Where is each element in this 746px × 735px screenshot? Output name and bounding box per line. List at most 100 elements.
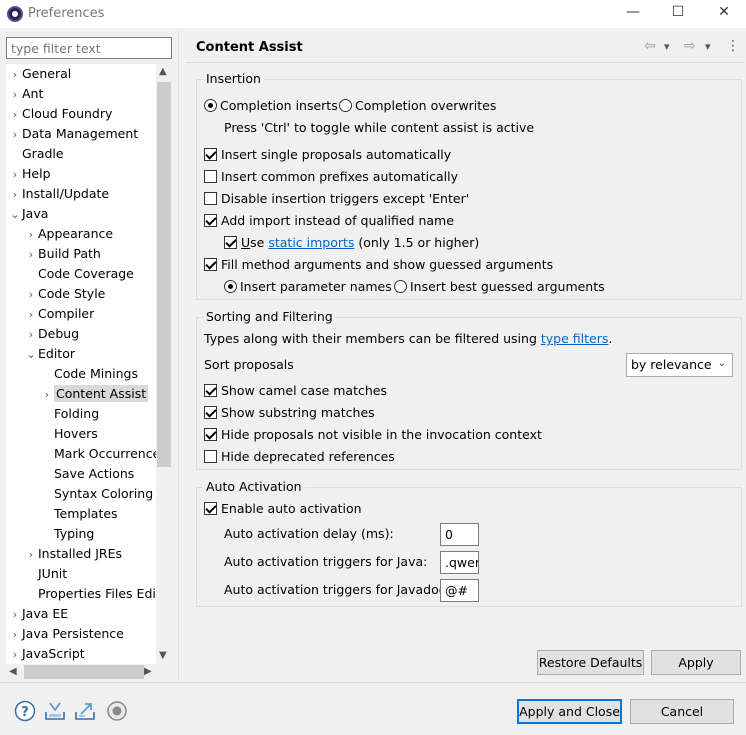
collapse-arrow-icon[interactable]: ⌄	[8, 205, 22, 225]
insert-common-checkbox[interactable]: Insert common prefixes automatically	[204, 167, 458, 187]
tree-item-javascript[interactable]: › JavaScript	[8, 644, 85, 664]
expand-arrow-icon[interactable]: ›	[24, 285, 38, 305]
view-menu-icon[interactable]: ⋮	[726, 38, 740, 54]
tree-vertical-scrollbar[interactable]: ▲ ▼	[156, 64, 172, 664]
record-icon[interactable]	[106, 700, 128, 722]
expand-arrow-icon[interactable]: ›	[8, 105, 22, 125]
expand-arrow-icon[interactable]: ›	[8, 85, 22, 105]
back-menu-icon[interactable]: ▾	[664, 40, 670, 53]
expand-arrow-icon[interactable]: ›	[8, 605, 22, 625]
tree-item-syntax-coloring[interactable]: Syntax Coloring	[40, 484, 153, 504]
expand-arrow-icon[interactable]: ›	[24, 225, 38, 245]
tree-item-general[interactable]: › General	[8, 64, 71, 84]
substring-checkbox[interactable]: Show substring matches	[204, 403, 375, 423]
expand-arrow-icon[interactable]: ›	[40, 385, 54, 405]
back-icon[interactable]: ⇦	[644, 38, 656, 54]
tree-item-java-ee[interactable]: › Java EE	[8, 604, 68, 624]
tree-item-code-style[interactable]: › Code Style	[24, 284, 106, 305]
tree-item-data-management[interactable]: › Data Management	[8, 124, 138, 144]
camel-case-checkbox[interactable]: Show camel case matches	[204, 381, 387, 401]
export-icon[interactable]	[74, 700, 96, 722]
checkbox-indicator[interactable]	[224, 236, 237, 249]
radio-indicator[interactable]	[204, 99, 217, 112]
tree-item-editor[interactable]: ⌄ Editor	[24, 344, 75, 364]
tree-item-debug[interactable]: › Debug	[24, 324, 79, 344]
tree-item-templates[interactable]: Templates	[40, 504, 118, 524]
scroll-thumb[interactable]	[157, 82, 171, 467]
checkbox-indicator[interactable]	[204, 450, 217, 463]
tree-item-ant[interactable]: › Ant	[8, 84, 44, 105]
disable-triggers-checkbox[interactable]: Disable insertion triggers except 'Enter…	[204, 189, 469, 209]
checkbox-indicator[interactable]	[204, 170, 217, 183]
help-icon[interactable]: ?	[14, 700, 36, 722]
splitter[interactable]	[178, 30, 179, 680]
tree-item-cloud-foundry[interactable]: › Cloud Foundry	[8, 104, 113, 125]
enable-auto-activation-checkbox[interactable]: Enable auto activation	[204, 499, 362, 519]
tree-item-junit[interactable]: JUnit	[24, 564, 67, 584]
tree-item-java[interactable]: ⌄ Java	[8, 204, 48, 224]
import-icon[interactable]	[44, 700, 66, 722]
apply-and-close-button[interactable]: Apply and Close	[517, 699, 622, 724]
expand-arrow-icon[interactable]: ›	[8, 65, 22, 85]
preferences-tree[interactable]: › General › Ant › Cloud Foundry › Data Manag…	[6, 64, 172, 664]
expand-arrow-icon[interactable]: ›	[8, 185, 22, 205]
tree-item-appearance[interactable]: › Appearance	[24, 224, 113, 244]
checkbox-indicator[interactable]	[204, 214, 217, 227]
forward-icon[interactable]: ⇨	[684, 38, 696, 54]
scroll-left-icon[interactable]: ◀	[9, 666, 17, 677]
insert-single-checkbox[interactable]: Insert single proposals automatically	[204, 145, 451, 165]
checkbox-indicator[interactable]	[204, 258, 217, 271]
completion-inserts-radio[interactable]: Completion inserts	[204, 96, 338, 116]
tree-item-build-path[interactable]: › Build Path	[24, 244, 101, 264]
scroll-up-icon[interactable]: ▲	[159, 66, 167, 77]
tree-item-install-update[interactable]: › Install/Update	[8, 184, 109, 204]
tree-item-folding[interactable]: Folding	[40, 404, 99, 424]
filter-input[interactable]	[6, 37, 172, 59]
completion-overwrites-radio[interactable]: Completion overwrites	[339, 96, 496, 116]
cancel-button[interactable]: Cancel	[630, 699, 734, 724]
minimize-button[interactable]: —	[618, 4, 648, 24]
radio-indicator[interactable]	[339, 99, 352, 112]
checkbox-indicator[interactable]	[204, 406, 217, 419]
tree-item-typing[interactable]: Typing	[40, 524, 94, 544]
tree-item-installed-jres[interactable]: › Installed JREs	[24, 544, 122, 564]
expand-arrow-icon[interactable]: ›	[8, 125, 22, 145]
delay-input[interactable]: 0	[440, 523, 479, 546]
expand-arrow-icon[interactable]: ›	[24, 325, 38, 345]
static-imports-link[interactable]: static imports	[268, 235, 354, 250]
tree-item-save-actions[interactable]: Save Actions	[40, 464, 134, 484]
close-button[interactable]: ✕	[709, 4, 739, 24]
type-filters-link[interactable]: type filters	[541, 331, 609, 346]
maximize-button[interactable]: ☐	[663, 4, 693, 24]
scroll-thumb[interactable]	[24, 665, 144, 679]
sort-proposals-select[interactable]: by relevance ⌄	[626, 353, 733, 377]
expand-arrow-icon[interactable]: ›	[8, 625, 22, 645]
expand-arrow-icon[interactable]: ›	[24, 245, 38, 265]
javadoc-triggers-input[interactable]: @#	[440, 579, 479, 602]
tree-item-mark-occurrences[interactable]: Mark Occurrence	[40, 444, 160, 464]
restore-defaults-button[interactable]: Restore Defaults	[537, 650, 644, 675]
tree-item-help[interactable]: › Help	[8, 164, 51, 184]
insert-parameter-names-radio[interactable]: Insert parameter names	[224, 277, 392, 297]
checkbox-indicator[interactable]	[204, 384, 217, 397]
tree-item-compiler[interactable]: › Compiler	[24, 304, 94, 324]
java-triggers-input[interactable]: .qwer	[440, 551, 479, 574]
scroll-down-icon[interactable]: ▼	[159, 650, 167, 661]
tree-item-java-persistence[interactable]: › Java Persistence	[8, 624, 124, 644]
checkbox-indicator[interactable]	[204, 192, 217, 205]
use-static-imports-checkbox[interactable]: Use static imports (only 1.5 or higher)	[224, 233, 479, 253]
radio-indicator[interactable]	[224, 280, 237, 293]
tree-item-gradle[interactable]: Gradle	[8, 144, 64, 164]
hide-not-visible-checkbox[interactable]: Hide proposals not visible in the invoca…	[204, 425, 542, 445]
insert-best-guessed-radio[interactable]: Insert best guessed arguments	[394, 277, 605, 297]
expand-arrow-icon[interactable]: ›	[8, 645, 22, 664]
hide-deprecated-checkbox[interactable]: Hide deprecated references	[204, 447, 395, 467]
fill-method-checkbox[interactable]: Fill method arguments and show guessed a…	[204, 255, 553, 275]
expand-arrow-icon[interactable]: ›	[24, 305, 38, 325]
expand-arrow-icon[interactable]: ›	[8, 165, 22, 185]
apply-button[interactable]: Apply	[651, 650, 741, 675]
checkbox-indicator[interactable]	[204, 148, 217, 161]
tree-item-properties-files-editor[interactable]: Properties Files Edit	[24, 584, 161, 604]
tree-horizontal-scrollbar[interactable]: ◀ ▶	[6, 664, 172, 680]
tree-item-hovers[interactable]: Hovers	[40, 424, 98, 444]
